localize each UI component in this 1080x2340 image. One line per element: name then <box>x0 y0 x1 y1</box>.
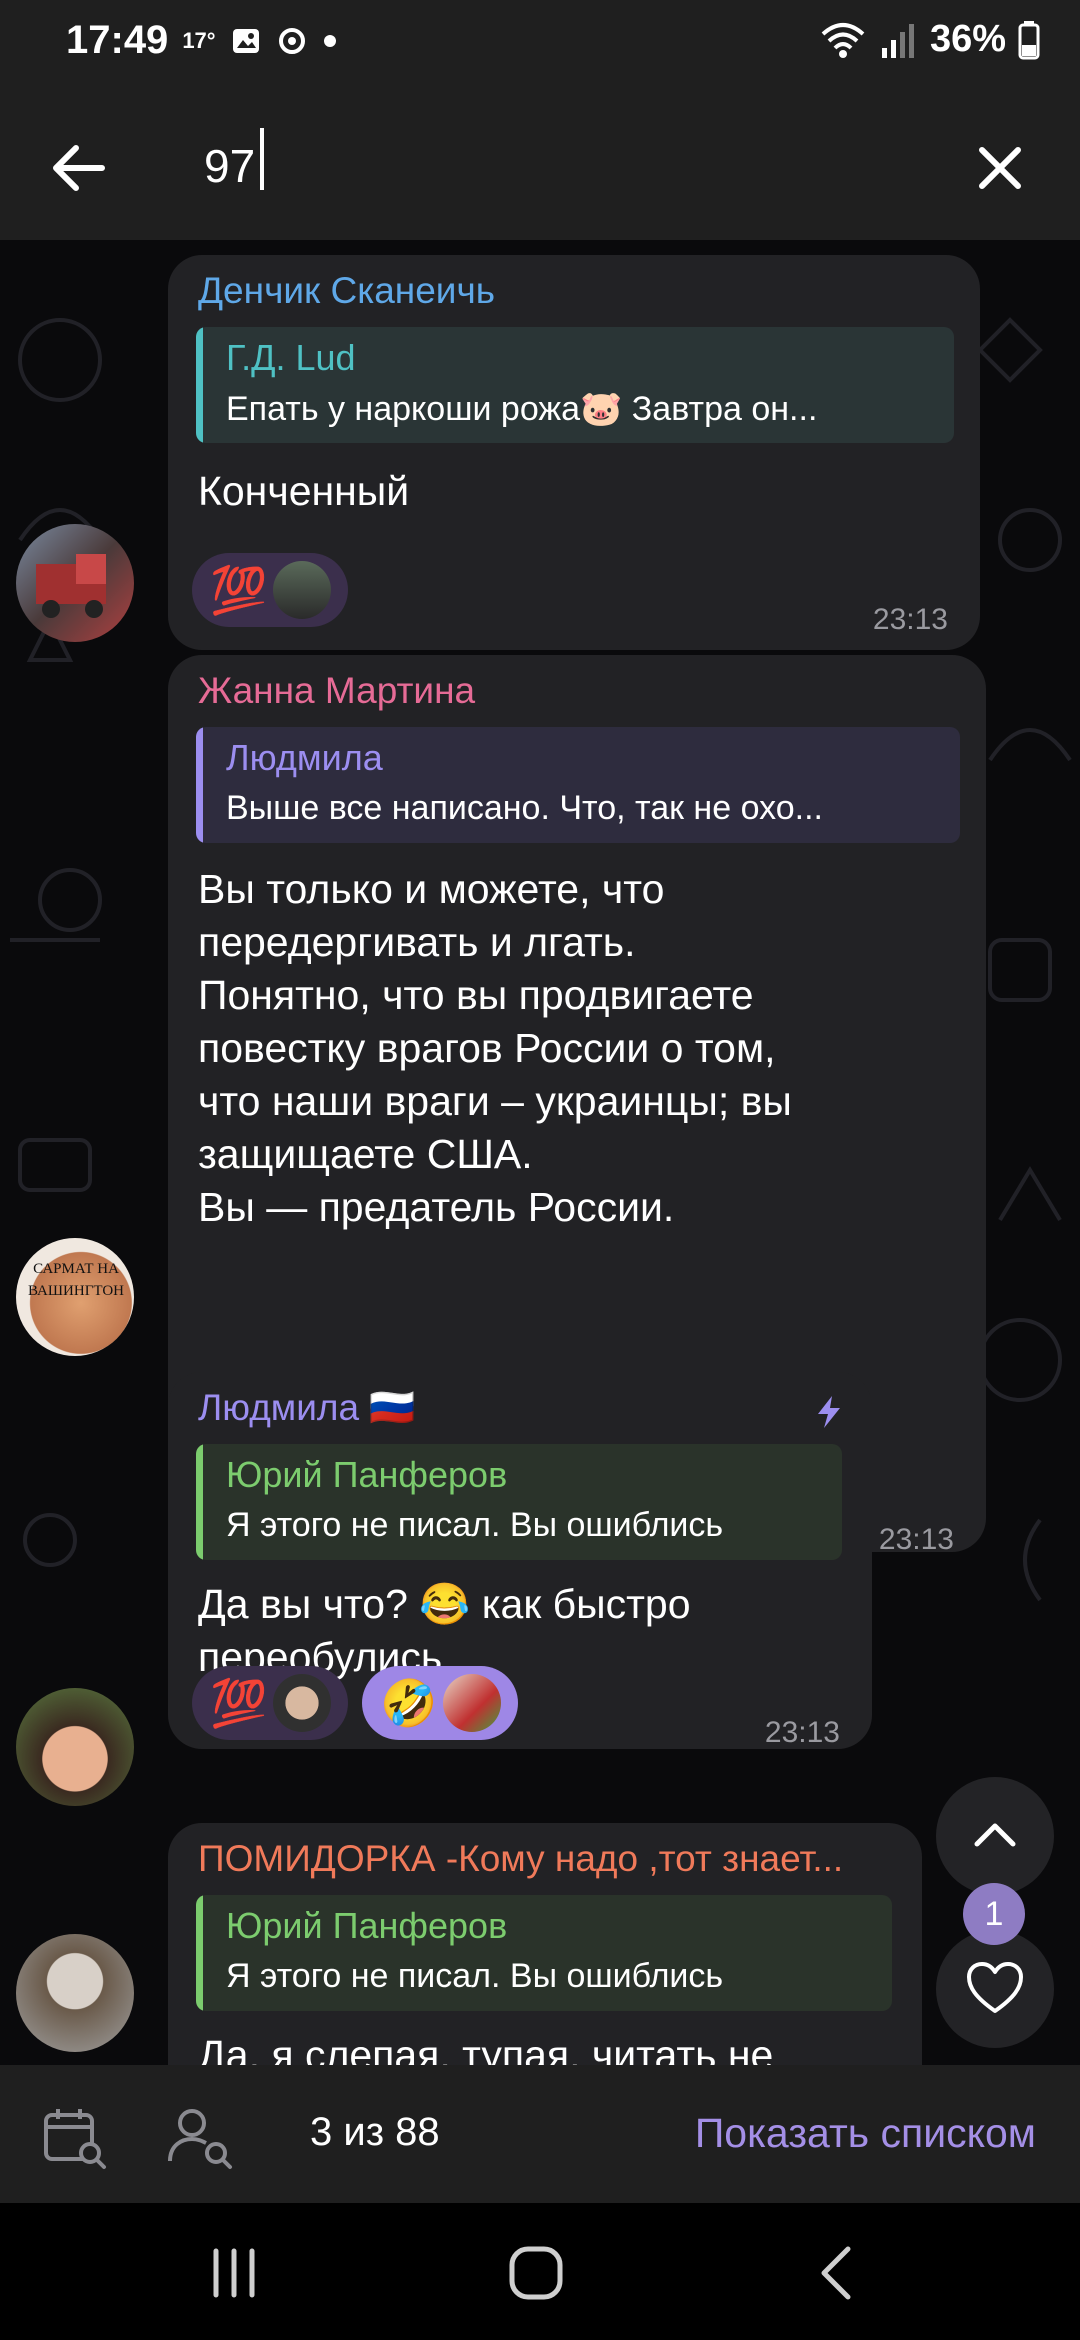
home-icon <box>509 2246 563 2300</box>
status-bar: 17:49 17° 36% <box>0 0 1080 90</box>
quote-author: Юрий Панферов <box>226 1454 508 1495</box>
reaction-chip[interactable]: 💯 <box>192 553 348 627</box>
gallery-icon <box>232 28 259 53</box>
reactions-button[interactable] <box>936 1930 1054 2048</box>
quote-author: Людмила <box>226 737 383 778</box>
battery-icon <box>1018 20 1040 59</box>
search-by-member-button[interactable] <box>166 2103 238 2173</box>
status-right: 36% <box>820 18 1040 61</box>
quote-author: Г.Д. Lud <box>226 337 356 378</box>
reactor-avatar <box>273 561 332 619</box>
signal-icon <box>881 23 914 58</box>
show-as-list-button[interactable]: Показать списком <box>695 2110 1036 2157</box>
user-search-icon <box>168 2109 232 2169</box>
system-navigation-bar <box>0 2203 1080 2340</box>
quote-text: Я этого не писал. Вы ошиблись <box>226 1957 724 1995</box>
heart-icon <box>967 1962 1023 2013</box>
search-toolbar <box>0 90 1080 240</box>
quote-text: Выше все написано. Что, так не охо... <box>226 789 823 827</box>
sender-name[interactable]: Людмила 🇷🇺 <box>198 1387 415 1430</box>
home-button[interactable] <box>496 2241 576 2305</box>
reaction-chip[interactable]: 💯 <box>192 1666 348 1740</box>
text-cursor <box>260 128 264 190</box>
wifi-icon <box>821 22 865 58</box>
avatar[interactable] <box>16 1934 134 2052</box>
arrow-left-icon <box>53 145 105 191</box>
quote-bar <box>196 1895 203 2011</box>
status-time: 17:49 <box>66 18 169 62</box>
temperature: 17° <box>182 27 216 53</box>
reaction-emoji: 💯 <box>210 564 268 616</box>
sender-name[interactable]: ПОМИДОРКА -Кому надо ,тот знает... <box>198 1838 843 1880</box>
calendar-search-icon <box>44 2109 106 2169</box>
message-text: Да, я слепая, тупая, читать не <box>198 2032 774 2065</box>
reactor-avatar <box>443 1674 502 1732</box>
message-bubble[interactable]: ПОМИДОРКА -Кому надо ,тот знает... Юрий … <box>168 1823 922 2065</box>
battery-level: 36% <box>929 18 1006 60</box>
sync-icon <box>278 27 305 54</box>
reply-quote[interactable]: Юрий Панферов Я этого не писал. Вы ошибл… <box>196 1444 842 1560</box>
message-text: Конченный <box>198 468 410 514</box>
search-result-counter: 3 из 88 <box>310 2110 440 2154</box>
dot-icon <box>323 34 336 47</box>
search-by-date-button[interactable] <box>40 2103 110 2173</box>
sender-name[interactable]: Денчик Сканеичь <box>198 270 495 312</box>
chevron-left-icon <box>821 2246 851 2300</box>
message-time: 23:13 <box>764 1716 840 1749</box>
avatar-caption: сармат на вашингтон <box>28 1261 124 1299</box>
quote-bar <box>196 727 203 843</box>
message-bubble[interactable]: Людмила 🇷🇺 Юрий Панферов Я этого не писа… <box>168 1372 872 1749</box>
avatar[interactable] <box>16 524 134 642</box>
avatar[interactable]: сармат на вашингтон <box>16 1238 134 1356</box>
clear-search-button[interactable] <box>960 128 1040 208</box>
search-input[interactable] <box>202 120 966 212</box>
lightning-icon <box>818 1396 840 1428</box>
message-time: 23:13 <box>878 1523 954 1556</box>
avatar-truck-image <box>36 554 106 618</box>
recent-apps-icon <box>213 2248 255 2298</box>
reaction-emoji: 💯 <box>210 1677 268 1729</box>
unread-badge: 1 <box>963 1883 1025 1945</box>
search-navigation-bar: 3 из 88 Показать списком <box>0 2065 1080 2203</box>
back-button[interactable] <box>40 128 120 208</box>
quote-text: Епать у наркоши рожа🐷 Завтра он... <box>226 390 818 428</box>
reaction-emoji: 🤣 <box>380 1677 438 1729</box>
sender-name[interactable]: Жанна Мартина <box>198 670 475 712</box>
chevron-up-icon <box>974 1823 1016 1847</box>
reply-quote[interactable]: Юрий Панферов Я этого не писал. Вы ошибл… <box>196 1895 892 2011</box>
quote-bar <box>196 1444 203 1560</box>
reactor-avatar <box>273 1674 332 1732</box>
chat-messages[interactable]: Денчик Сканеичь Г.Д. Lud Епать у наркоши… <box>0 240 1080 2065</box>
message-bubble[interactable]: Денчик Сканеичь Г.Д. Lud Епать у наркоши… <box>168 255 980 650</box>
scroll-up-button[interactable] <box>936 1777 1054 1895</box>
quote-author: Юрий Панферов <box>226 1905 508 1946</box>
message-time: 23:13 <box>872 603 948 636</box>
avatar[interactable] <box>16 1688 134 1806</box>
back-nav-button[interactable] <box>800 2241 880 2305</box>
reply-quote[interactable]: Г.Д. Lud Епать у наркоши рожа🐷 Завтра он… <box>196 327 954 443</box>
quote-text: Я этого не писал. Вы ошиблись <box>226 1506 724 1544</box>
quote-bar <box>196 327 203 443</box>
close-icon <box>979 147 1021 189</box>
recent-apps-button[interactable] <box>196 2241 276 2305</box>
message-text: Вы только и можете, что передергивать и … <box>198 866 792 1230</box>
reaction-chip[interactable]: 🤣 <box>362 1666 518 1740</box>
reply-quote[interactable]: Людмила Выше все написано. Что, так не о… <box>196 727 960 843</box>
status-left: 17:49 17° <box>66 18 338 63</box>
